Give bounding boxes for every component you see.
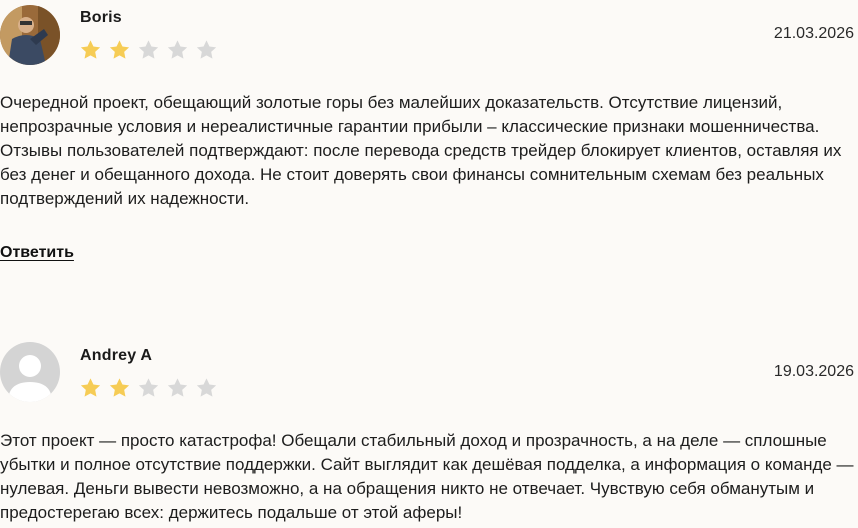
star-empty-icon [138, 378, 159, 397]
star-filled-icon [109, 378, 130, 397]
star-empty-icon [196, 378, 217, 397]
review-text: Этот проект — просто катастрофа! Обещали… [0, 431, 854, 522]
review-author: Andrey A [80, 347, 153, 364]
avatar [0, 342, 60, 402]
star-filled-icon [80, 40, 101, 59]
reply-link[interactable]: Ответить [0, 244, 74, 262]
review-author: Boris [80, 9, 122, 26]
star-empty-icon [167, 378, 188, 397]
star-empty-icon [196, 40, 217, 59]
star-empty-icon [167, 40, 188, 59]
star-filled-icon [80, 378, 101, 397]
default-avatar-icon [0, 342, 60, 402]
review-date: 21.03.2026 [773, 25, 854, 42]
star-rating [79, 39, 218, 61]
star-rating [79, 377, 218, 399]
star-empty-icon [138, 40, 159, 59]
avatar [0, 5, 60, 65]
star-filled-icon [109, 40, 130, 59]
review-date: 19.03.2026 [773, 363, 854, 380]
review-text: Очередной проект, обещающий золотые горы… [0, 93, 842, 208]
